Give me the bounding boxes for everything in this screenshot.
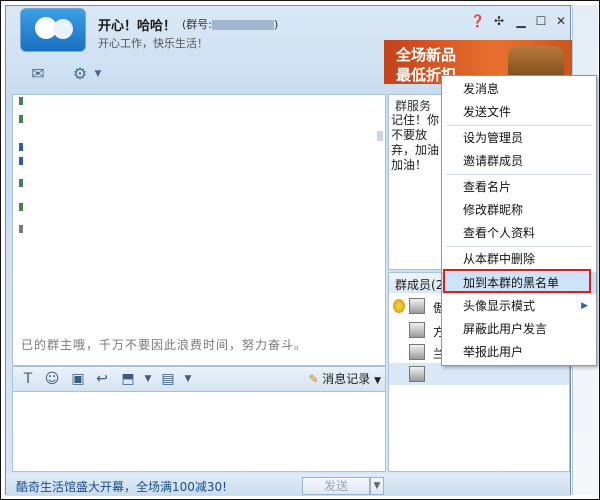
ad-line-1: 全场新品 [396, 46, 457, 64]
submenu-arrow-icon: ▶ [581, 301, 588, 311]
save-icon[interactable]: ▤ [159, 370, 177, 388]
image-icon[interactable]: ▣ [69, 370, 87, 388]
chat-visible-tail: 已的群主哦，千万不要因此浪费时间，努力奋斗。 [21, 338, 308, 352]
message-marker [19, 203, 23, 211]
chevron-down-icon[interactable]: ▼ [92, 62, 104, 86]
chevron-down-icon: ▼ [374, 376, 381, 386]
member-avatar [409, 344, 425, 360]
group-subtitle: 开心工作，快乐生活！ [98, 37, 208, 50]
send-button[interactable]: 发送 [302, 477, 370, 495]
group-number: (群号:) [182, 16, 278, 32]
emoji-icon[interactable]: ☺ [43, 370, 61, 388]
menu-item-view-card[interactable]: 查看名片 [442, 176, 596, 198]
highlight-box [443, 269, 591, 293]
send-options-icon[interactable]: ▼ [370, 477, 384, 495]
member-avatar [409, 322, 425, 338]
member-context-menu: 发消息 发送文件 设为管理员 邀请群成员 查看名片 修改群昵称 查看个人资料 从… [441, 75, 597, 366]
avatar-bubble-2 [53, 19, 73, 39]
chat-scroll-marker[interactable] [377, 131, 383, 141]
history-button[interactable]: ✎ 消息记录 ▼ [308, 370, 381, 387]
settings-gear-icon[interactable]: ⚙ [68, 62, 92, 86]
promo-link[interactable]: 酷奇生活馆盛大开幕，全场满100减30! [16, 478, 227, 495]
menu-separator [446, 125, 592, 126]
font-icon[interactable]: T [19, 370, 37, 388]
bottom-bar: 酷奇生活馆盛大开幕，全场满100减30! 发送 ▼ [6, 474, 570, 496]
member-row-selected[interactable] [389, 363, 569, 385]
group-title: 开心！哈哈！ [98, 19, 177, 34]
group-number-label: (群号: [182, 18, 212, 31]
chevron-down-icon[interactable]: ▼ [179, 370, 197, 388]
menu-item-send-message[interactable]: 发消息 [442, 78, 596, 100]
menu-item-label: 头像显示模式 [463, 299, 536, 313]
menu-item-view-profile[interactable]: 查看个人资料 [442, 222, 596, 244]
group-notice-title: 群服务 [395, 99, 432, 113]
menu-item-invite-member[interactable]: 邀请群成员 [442, 150, 596, 172]
menu-item-send-file[interactable]: 发送文件 [442, 101, 596, 123]
pin-icon[interactable]: ✣ [492, 14, 506, 28]
member-avatar [409, 298, 425, 314]
menu-separator [446, 246, 592, 247]
redacted-messages [29, 101, 379, 349]
input-toolbar: T ☺ ▣ ↩ ⬒ ▼ ▤ ▼ ✎ 消息记录 ▼ [12, 366, 386, 392]
menu-item-block-user[interactable]: 屏蔽此用户发言 [442, 318, 596, 340]
message-marker [19, 179, 23, 187]
shake-icon[interactable]: ↩ [93, 370, 111, 388]
message-input[interactable] [12, 392, 386, 472]
mailbox-icon[interactable]: ✉ [26, 62, 50, 86]
menu-item-set-admin[interactable]: 设为管理员 [442, 127, 596, 149]
screenshot-icon[interactable]: ⬒ [119, 370, 137, 388]
chevron-down-icon[interactable]: ▼ [139, 370, 157, 388]
close-icon[interactable]: ✕ [554, 14, 568, 28]
minimize-icon[interactable]: ▁ [514, 14, 528, 28]
group-number-redacted [212, 20, 274, 30]
members-title: 群成员 [395, 278, 432, 292]
help-icon[interactable]: ❓ [470, 14, 485, 28]
history-label: 消息记录 [322, 372, 371, 386]
history-icon: ✎ [308, 372, 319, 386]
message-marker [19, 115, 23, 123]
message-marker [19, 97, 23, 105]
message-marker [19, 157, 23, 165]
group-notice-text: 记住！你不要放弃，加油加油！ [391, 113, 440, 172]
message-marker [19, 143, 23, 151]
group-number-tail: ) [274, 18, 279, 31]
group-avatar[interactable] [20, 8, 86, 52]
chat-history[interactable]: 已的群主哦，千万不要因此浪费时间，努力奋斗。 [12, 94, 386, 366]
menu-item-report-user[interactable]: 举报此用户 [442, 341, 596, 363]
maximize-icon[interactable]: ☐ [534, 14, 548, 28]
message-marker [19, 225, 23, 233]
menu-item-edit-nickname[interactable]: 修改群昵称 [442, 199, 596, 221]
member-avatar [409, 366, 425, 382]
menu-item-avatar-display-mode[interactable]: 头像显示模式 ▶ [442, 295, 596, 317]
medal-icon [393, 299, 405, 313]
screenshot-frame: 开心！哈哈！ (群号:) 开心工作，快乐生活！ ❓ ✣ ▁ ☐ ✕ ✉ ⚙ ▼ … [0, 0, 600, 500]
menu-separator [446, 174, 592, 175]
menu-item-remove-from-group[interactable]: 从本群中删除 [442, 248, 596, 270]
